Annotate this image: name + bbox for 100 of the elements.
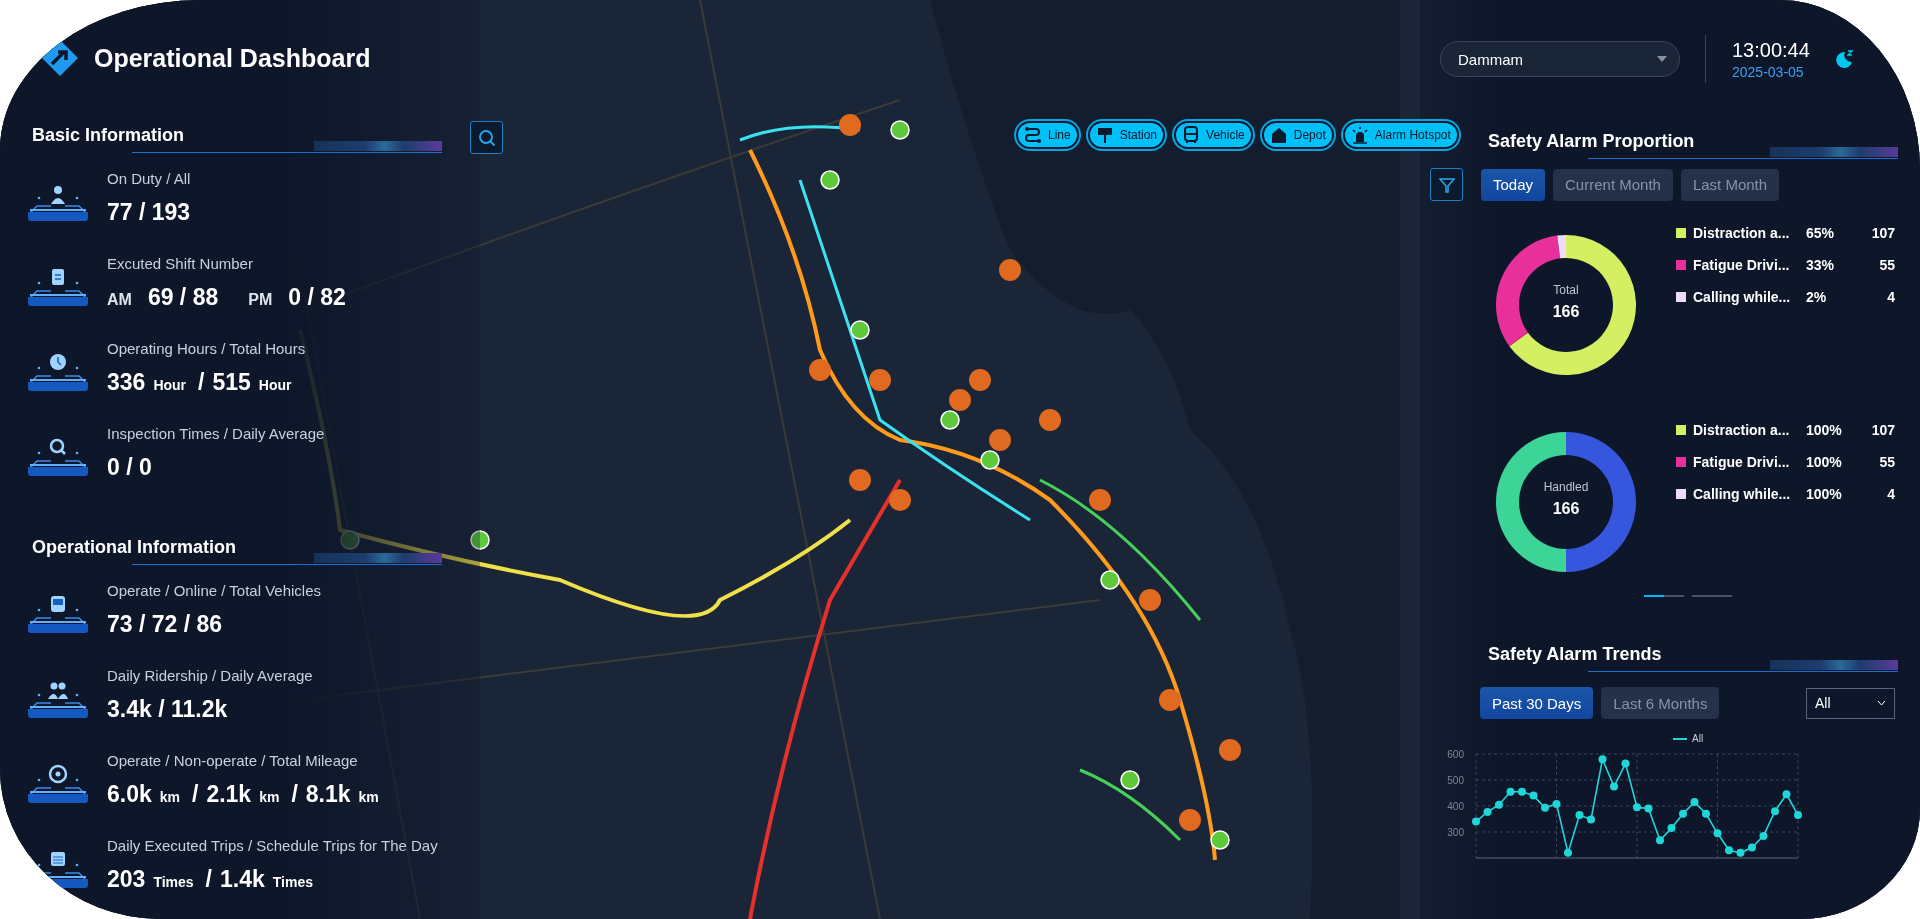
clock-time: 13:00:44 [1732, 38, 1810, 62]
shift-label: PM [248, 291, 273, 309]
stat-value: 1.4k [220, 866, 265, 893]
stat-value: 2.1k [206, 781, 252, 808]
map-layer-button[interactable]: Vehicle [1174, 121, 1253, 149]
donut-center-value: 166 [1552, 303, 1580, 321]
bus-icon [1182, 126, 1201, 144]
city-select[interactable]: Dammam [1440, 41, 1680, 77]
unit-label: km [358, 789, 379, 805]
house-icon [1269, 126, 1288, 144]
legend-label: Distraction a... [1693, 421, 1791, 438]
search-icon [477, 128, 496, 147]
axis-tick-label: 500 [1447, 775, 1464, 786]
map-layer-button[interactable]: Station [1087, 121, 1166, 149]
legend-label: Calling while... [1693, 288, 1792, 305]
filter-icon [1438, 176, 1455, 193]
stat-value: 515 [212, 369, 251, 396]
data-point [1713, 829, 1722, 838]
axis-tick-label: 300 [1447, 827, 1464, 838]
unit-label: Hour [258, 377, 292, 393]
route-icon [1024, 126, 1042, 144]
stat-value: 8.1k [305, 781, 351, 808]
clock-date: 2025-03-05 [1732, 63, 1805, 80]
stat-value: 77 / 193 [107, 199, 191, 226]
map-layer-button[interactable]: Alarm Hotspot [1342, 121, 1459, 149]
caret-icon [1657, 56, 1667, 62]
stat-label: Operate / Online / Total Vehicles [107, 582, 321, 599]
section-title: Safety Alarm Trends [1488, 644, 1662, 665]
data-point [1644, 804, 1653, 813]
stat-value: 69 / 88 [147, 284, 219, 311]
data-point [1564, 848, 1572, 857]
chevron-icon [1877, 700, 1886, 706]
section-title: Basic Information [32, 125, 185, 146]
data-point [1656, 836, 1664, 845]
donut-center-value: 166 [1552, 500, 1580, 518]
data-point [1667, 824, 1676, 833]
legend-percent: 65% [1806, 224, 1836, 241]
data-point [1598, 755, 1607, 764]
data-point [1541, 803, 1549, 812]
data-point [1725, 846, 1733, 855]
section-title: Operational Information [32, 537, 236, 558]
axis-tick-label: 600 [1447, 749, 1464, 760]
separator-text: / [205, 866, 212, 893]
legend-label: Calling while... [1693, 485, 1792, 502]
donut-center-label: Total [1553, 283, 1579, 297]
legend-count: 4 [1886, 485, 1895, 502]
legend-percent: 100% [1806, 453, 1843, 470]
stat-value: 336 [107, 369, 146, 396]
data-point [1690, 798, 1699, 807]
unit-label: Hour [153, 377, 187, 393]
search-button[interactable] [470, 121, 503, 154]
stat-value: 0 / 82 [288, 284, 346, 311]
data-point [1633, 803, 1641, 812]
stat-label: Operate / Non-operate / Total Mileage [107, 752, 359, 769]
donut-center-label: Handled [1543, 480, 1589, 494]
siren-icon [1350, 126, 1369, 144]
legend-label: Fatigue Drivi... [1693, 256, 1791, 273]
data-point [1736, 848, 1745, 857]
data-point [1552, 799, 1561, 808]
legend-count: 107 [1870, 224, 1895, 241]
legend-percent: 100% [1806, 485, 1843, 502]
stat-label: Operating Hours / Total Hours [107, 340, 306, 357]
separator-text: / [192, 781, 199, 808]
stat-value: 203 [107, 866, 146, 893]
map-layer-button[interactable]: Depot [1261, 121, 1334, 149]
stat-label: Excuted Shift Number [107, 255, 254, 272]
stat-label: Daily Ridership / Daily Average [107, 667, 313, 684]
data-point [1518, 787, 1526, 796]
sign-icon [1095, 126, 1114, 144]
separator-text: / [291, 781, 298, 808]
filter-button[interactable] [1430, 168, 1463, 201]
legend-count: 55 [1878, 256, 1895, 273]
period-tab[interactable]: Last 6 Months [1601, 687, 1720, 719]
stat-label: On Duty / All [107, 170, 191, 187]
section-title: Safety Alarm Proportion [1488, 131, 1695, 152]
data-point [1472, 817, 1480, 826]
page-indicator[interactable] [1644, 595, 1684, 597]
period-tab[interactable]: Today [1481, 168, 1546, 201]
period-tab[interactable]: Last Month [1680, 168, 1780, 201]
stat-value: 3.4k / 11.2k [107, 696, 228, 723]
unit-label: Times [153, 874, 194, 890]
axis-tick-label: 400 [1447, 801, 1464, 812]
data-point [1575, 811, 1584, 820]
legend-label: Fatigue Drivi... [1693, 453, 1791, 470]
data-point [1610, 782, 1618, 791]
legend-label: Distraction a... [1693, 224, 1791, 241]
legend-percent: 2% [1806, 288, 1828, 305]
map-layer-button[interactable]: Line [1016, 121, 1079, 149]
stat-value: 73 / 72 / 86 [107, 611, 223, 638]
filter-select[interactable]: All [1806, 687, 1895, 719]
data-point [1782, 790, 1791, 799]
unit-label: km [259, 789, 280, 805]
moon-icon[interactable] [1833, 49, 1854, 69]
period-tab[interactable]: Past 30 Days [1480, 687, 1594, 719]
data-point [1621, 759, 1630, 768]
legend-percent: 100% [1806, 421, 1843, 438]
data-point [1587, 815, 1595, 824]
data-point [1759, 831, 1768, 840]
period-tab[interactable]: Current Month [1553, 168, 1673, 201]
data-point [1483, 808, 1492, 816]
